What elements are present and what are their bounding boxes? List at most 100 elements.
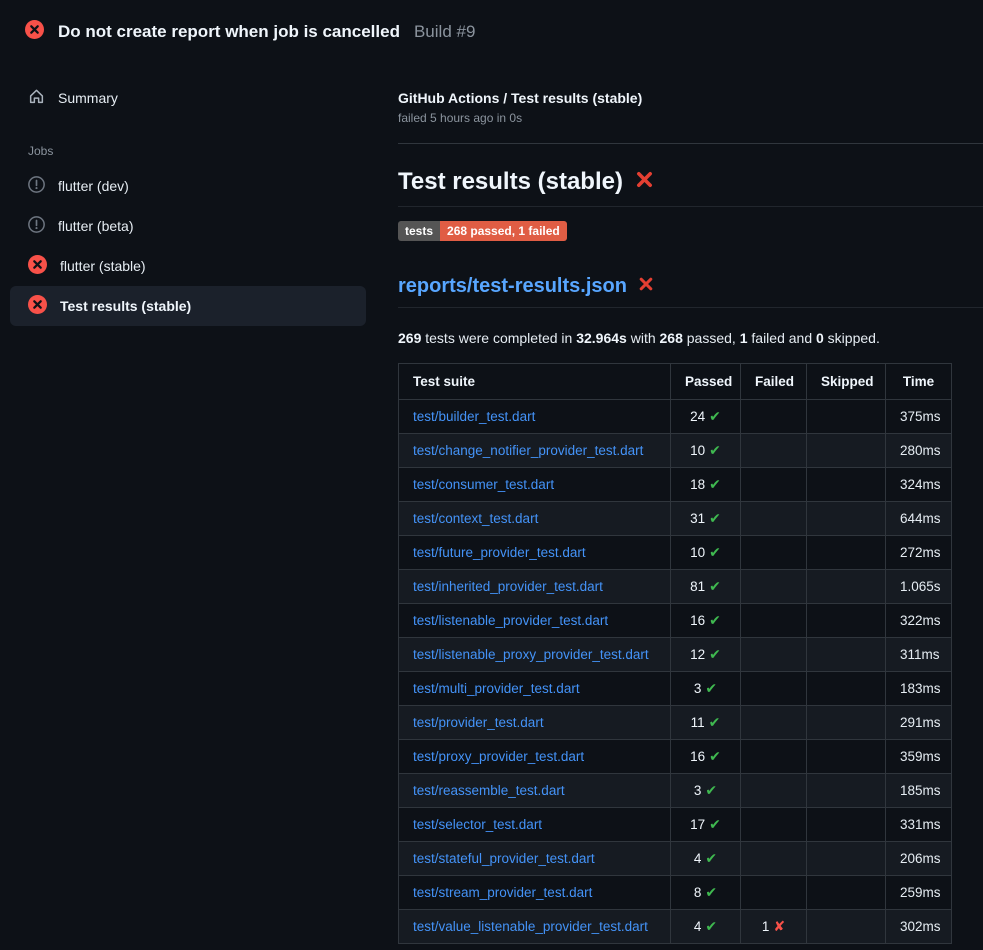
check-icon: ✔: [709, 646, 721, 662]
table-row: test/value_listenable_provider_test.dart…: [399, 910, 952, 944]
passed-count: 268: [660, 330, 683, 346]
test-suite-link[interactable]: test/listenable_proxy_provider_test.dart: [413, 647, 649, 662]
test-suite-link[interactable]: test/inherited_provider_test.dart: [413, 579, 603, 594]
passed-value: 10: [690, 443, 705, 458]
failed-status-icon: [28, 295, 47, 317]
total-count: 269: [398, 330, 421, 346]
passed-value: 4: [694, 851, 702, 866]
badge-value: 268 passed, 1 failed: [440, 221, 567, 241]
sidebar-item-label: flutter (beta): [58, 218, 133, 234]
run-title: Do not create report when job is cancell…: [58, 22, 400, 42]
table-row: test/selector_test.dart17✔331ms: [399, 808, 952, 842]
test-suite-link[interactable]: test/selector_test.dart: [413, 817, 542, 832]
passed-cell: 4✔: [671, 910, 741, 944]
passed-cell: 8✔: [671, 876, 741, 910]
passed-cell: 12 ✔: [671, 638, 741, 672]
check-icon: ✔: [705, 884, 717, 900]
table-row: test/provider_test.dart11✔291ms: [399, 706, 952, 740]
skipped-cell: [807, 672, 886, 706]
divider: [398, 143, 983, 144]
home-icon: [28, 88, 45, 108]
time-cell: 311ms: [886, 638, 952, 672]
table-row: test/change_notifier_provider_test.dart 1…: [399, 434, 952, 468]
table-header-row: Test suite Passed Failed Skipped Time: [399, 364, 952, 400]
passed-cell: 4✔: [671, 842, 741, 876]
test-suite-link[interactable]: test/context_test.dart: [413, 511, 538, 526]
check-icon: ✔: [709, 748, 721, 764]
jobs-section-label: Jobs: [28, 144, 380, 158]
summary-text: tests were completed in: [421, 330, 576, 346]
failed-cell: [741, 842, 807, 876]
section-heading: Test results (stable): [398, 168, 983, 207]
skipped-cell: [807, 808, 886, 842]
time-cell: 185ms: [886, 774, 952, 808]
skipped-cell: [807, 910, 886, 944]
passed-cell: 81✔: [671, 570, 741, 604]
passed-cell: 16✔: [671, 740, 741, 774]
skipped-cell: [807, 502, 886, 536]
time-cell: 324ms: [886, 468, 952, 502]
check-icon: ✔: [709, 816, 721, 832]
sidebar-item-test-results-stable[interactable]: Test results (stable): [10, 286, 366, 326]
test-suite-link[interactable]: test/reassemble_test.dart: [413, 783, 565, 798]
test-suite-link[interactable]: test/builder_test.dart: [413, 409, 535, 424]
check-icon: ✔: [709, 476, 721, 492]
skipped-cell: [807, 876, 886, 910]
test-suite-link[interactable]: test/proxy_provider_test.dart: [413, 749, 584, 764]
test-suite-cell: test/stream_provider_test.dart: [399, 876, 671, 910]
passed-value: 4: [694, 919, 702, 934]
failed-count: 1: [740, 330, 748, 346]
sidebar-item-flutter-stable[interactable]: flutter (stable): [10, 246, 366, 286]
failed-cell: [741, 570, 807, 604]
sidebar-item-label: Test results (stable): [60, 298, 191, 314]
sidebar: Summary Jobs flutter (dev) flutter (beta…: [0, 46, 380, 326]
failed-cell: 1✘: [741, 910, 807, 944]
sidebar-item-flutter-beta[interactable]: flutter (beta): [10, 206, 366, 246]
test-table-body: test/builder_test.dart24✔375mstest/chang…: [399, 400, 952, 944]
time-cell: 375ms: [886, 400, 952, 434]
passed-value: 10: [690, 545, 705, 560]
test-suite-cell: test/multi_provider_test.dart: [399, 672, 671, 706]
test-suite-link[interactable]: test/consumer_test.dart: [413, 477, 554, 492]
passed-value: 12: [690, 647, 705, 662]
test-suite-cell: test/stateful_provider_test.dart: [399, 842, 671, 876]
report-file-link[interactable]: reports/test-results.json: [398, 275, 627, 298]
check-icon: ✔: [705, 850, 717, 866]
sidebar-item-summary[interactable]: Summary: [10, 78, 366, 118]
run-failed-icon: [25, 20, 44, 44]
passed-cell: 17✔: [671, 808, 741, 842]
failed-cell: [741, 774, 807, 808]
table-row: test/context_test.dart31✔644ms: [399, 502, 952, 536]
sidebar-item-flutter-dev[interactable]: flutter (dev): [10, 166, 366, 206]
test-suite-cell: test/context_test.dart: [399, 502, 671, 536]
time-cell: 359ms: [886, 740, 952, 774]
check-icon: ✔: [709, 714, 721, 730]
breadcrumb: GitHub Actions / Test results (stable): [398, 90, 983, 106]
check-icon: ✔: [709, 612, 721, 628]
passed-value: 11: [691, 715, 705, 730]
failed-cell: [741, 706, 807, 740]
table-row: test/reassemble_test.dart3✔185ms: [399, 774, 952, 808]
check-icon: ✔: [709, 510, 721, 526]
failed-cell: [741, 434, 807, 468]
test-suite-cell: test/selector_test.dart: [399, 808, 671, 842]
test-suite-link[interactable]: test/future_provider_test.dart: [413, 545, 586, 560]
test-suite-link[interactable]: test/multi_provider_test.dart: [413, 681, 580, 696]
passed-value: 16: [690, 613, 705, 628]
passed-value: 18: [690, 477, 705, 492]
test-suite-link[interactable]: test/provider_test.dart: [413, 715, 544, 730]
cross-icon: ✘: [773, 918, 785, 934]
time-cell: 644ms: [886, 502, 952, 536]
test-suite-link[interactable]: test/stream_provider_test.dart: [413, 885, 592, 900]
time-cell: 302ms: [886, 910, 952, 944]
test-suite-link[interactable]: test/value_listenable_provider_test.dart: [413, 919, 648, 934]
column-header-failed: Failed: [741, 364, 807, 400]
test-suite-link[interactable]: test/stateful_provider_test.dart: [413, 851, 595, 866]
test-suite-link[interactable]: test/listenable_provider_test.dart: [413, 613, 608, 628]
passed-cell: 16 ✔: [671, 604, 741, 638]
time-cell: 272ms: [886, 536, 952, 570]
time-cell: 280ms: [886, 434, 952, 468]
failed-cell: [741, 740, 807, 774]
test-suite-link[interactable]: test/change_notifier_provider_test.dart: [413, 443, 643, 458]
passed-cell: 11 ✔: [671, 706, 741, 740]
